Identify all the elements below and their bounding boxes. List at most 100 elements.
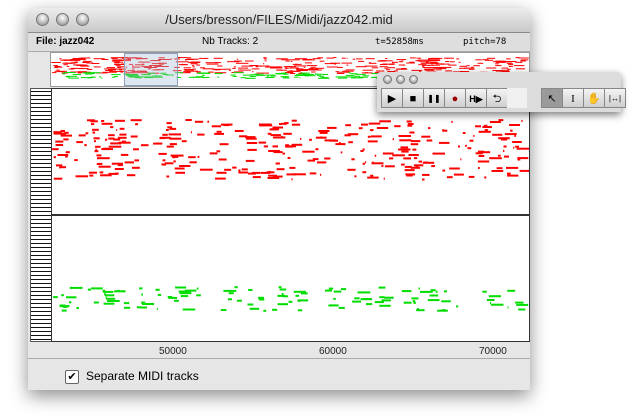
midi-note [347, 168, 356, 171]
midi-note [69, 286, 83, 289]
midi-note [141, 293, 143, 296]
midi-note [381, 60, 393, 62]
midi-note [379, 304, 391, 307]
midi-note [62, 73, 66, 75]
overview-selection[interactable] [124, 53, 178, 86]
minimize-button[interactable] [56, 13, 69, 26]
midi-note [507, 172, 511, 175]
midi-note [105, 138, 108, 141]
title-bar[interactable]: /Users/bresson/FILES/Midi/jazz042.mid [28, 8, 530, 33]
midi-note [272, 145, 278, 148]
midi-note [89, 174, 94, 177]
midi-note [198, 72, 211, 74]
midi-note [223, 124, 230, 127]
midi-note [93, 66, 101, 68]
midi-note [87, 119, 95, 122]
palette-minimize-button[interactable] [396, 75, 405, 84]
midi-note [318, 130, 330, 132]
midi-note [482, 126, 492, 128]
midi-note [184, 289, 197, 292]
midi-note [482, 59, 489, 61]
midi-note [216, 150, 221, 153]
midi-note [369, 62, 371, 63]
text-cursor-tool-button[interactable]: I [562, 88, 584, 108]
midi-note [77, 72, 82, 74]
midi-note [95, 148, 97, 151]
midi-note [422, 161, 435, 164]
midi-note [498, 154, 501, 157]
midi-note [273, 151, 283, 154]
midi-note [296, 73, 303, 75]
midi-note [263, 57, 267, 59]
midi-note [441, 300, 451, 303]
separate-tracks-checkbox[interactable]: ✔ [65, 370, 79, 384]
midi-note [114, 62, 120, 64]
midi-note [304, 62, 313, 64]
loop-button[interactable]: ⮌ [486, 88, 508, 108]
midi-note [478, 130, 491, 133]
midi-note [442, 169, 446, 172]
midi-note [100, 174, 112, 177]
midi-note [265, 77, 275, 78]
midi-note [174, 299, 179, 302]
midi-note [156, 142, 159, 145]
midi-note [468, 175, 475, 178]
midi-note [396, 59, 407, 61]
midi-note [227, 298, 232, 301]
midi-note [309, 69, 322, 71]
midi-note [206, 63, 219, 65]
midi-note [59, 166, 61, 169]
midi-note [312, 58, 321, 60]
pitch-readout: pitch=78 [463, 37, 507, 47]
palette-close-button[interactable] [383, 75, 392, 84]
midi-note [69, 301, 72, 304]
midi-note [169, 127, 177, 130]
midi-note [335, 76, 346, 78]
record-button[interactable]: ● [444, 88, 466, 108]
pause-button[interactable]: ❚❚ [423, 88, 445, 108]
play-button[interactable]: ▶ [381, 88, 403, 108]
palette-zoom-button[interactable] [409, 75, 418, 84]
midi-note [515, 145, 519, 148]
midi-note [126, 174, 136, 177]
midi-note [191, 65, 195, 67]
midi-note [159, 137, 166, 140]
track-2-pianoroll[interactable] [51, 215, 530, 342]
midi-note [518, 57, 529, 59]
midi-note [337, 77, 348, 79]
midi-note [338, 306, 345, 309]
midi-note [162, 133, 168, 136]
midi-note [101, 59, 109, 60]
midi-note [475, 125, 481, 128]
midi-note [515, 68, 526, 70]
midi-note [405, 173, 416, 176]
stop-button[interactable]: ■ [402, 88, 424, 108]
midi-note [477, 62, 484, 64]
zoom-button[interactable] [76, 13, 89, 26]
midi-note [252, 176, 261, 179]
midi-editor-window: /Users/bresson/FILES/Midi/jazz042.mid Fi… [28, 8, 530, 390]
midi-note [456, 58, 460, 60]
midi-note [230, 74, 236, 76]
midi-note [214, 132, 224, 135]
midi-note [294, 58, 308, 60]
arrow-tool-button[interactable]: ↖ [541, 88, 563, 108]
midi-note [325, 289, 332, 292]
midi-note [63, 72, 76, 73]
midi-note [360, 150, 364, 152]
midi-note [435, 290, 438, 293]
stretch-tool-button[interactable]: |↔| [604, 88, 626, 108]
midi-note [507, 68, 511, 70]
midi-note [93, 137, 100, 140]
midi-note [506, 58, 511, 60]
midi-note [503, 145, 507, 148]
midi-note [285, 60, 290, 62]
midi-note [448, 64, 457, 66]
midi-note [430, 62, 438, 64]
midi-note [117, 289, 120, 292]
midi-note [114, 119, 125, 122]
close-button[interactable] [36, 13, 49, 26]
hand-tool-button[interactable]: ✋ [583, 88, 605, 108]
midi-note [182, 308, 196, 311]
play-from-button[interactable]: H▶ [465, 88, 487, 108]
